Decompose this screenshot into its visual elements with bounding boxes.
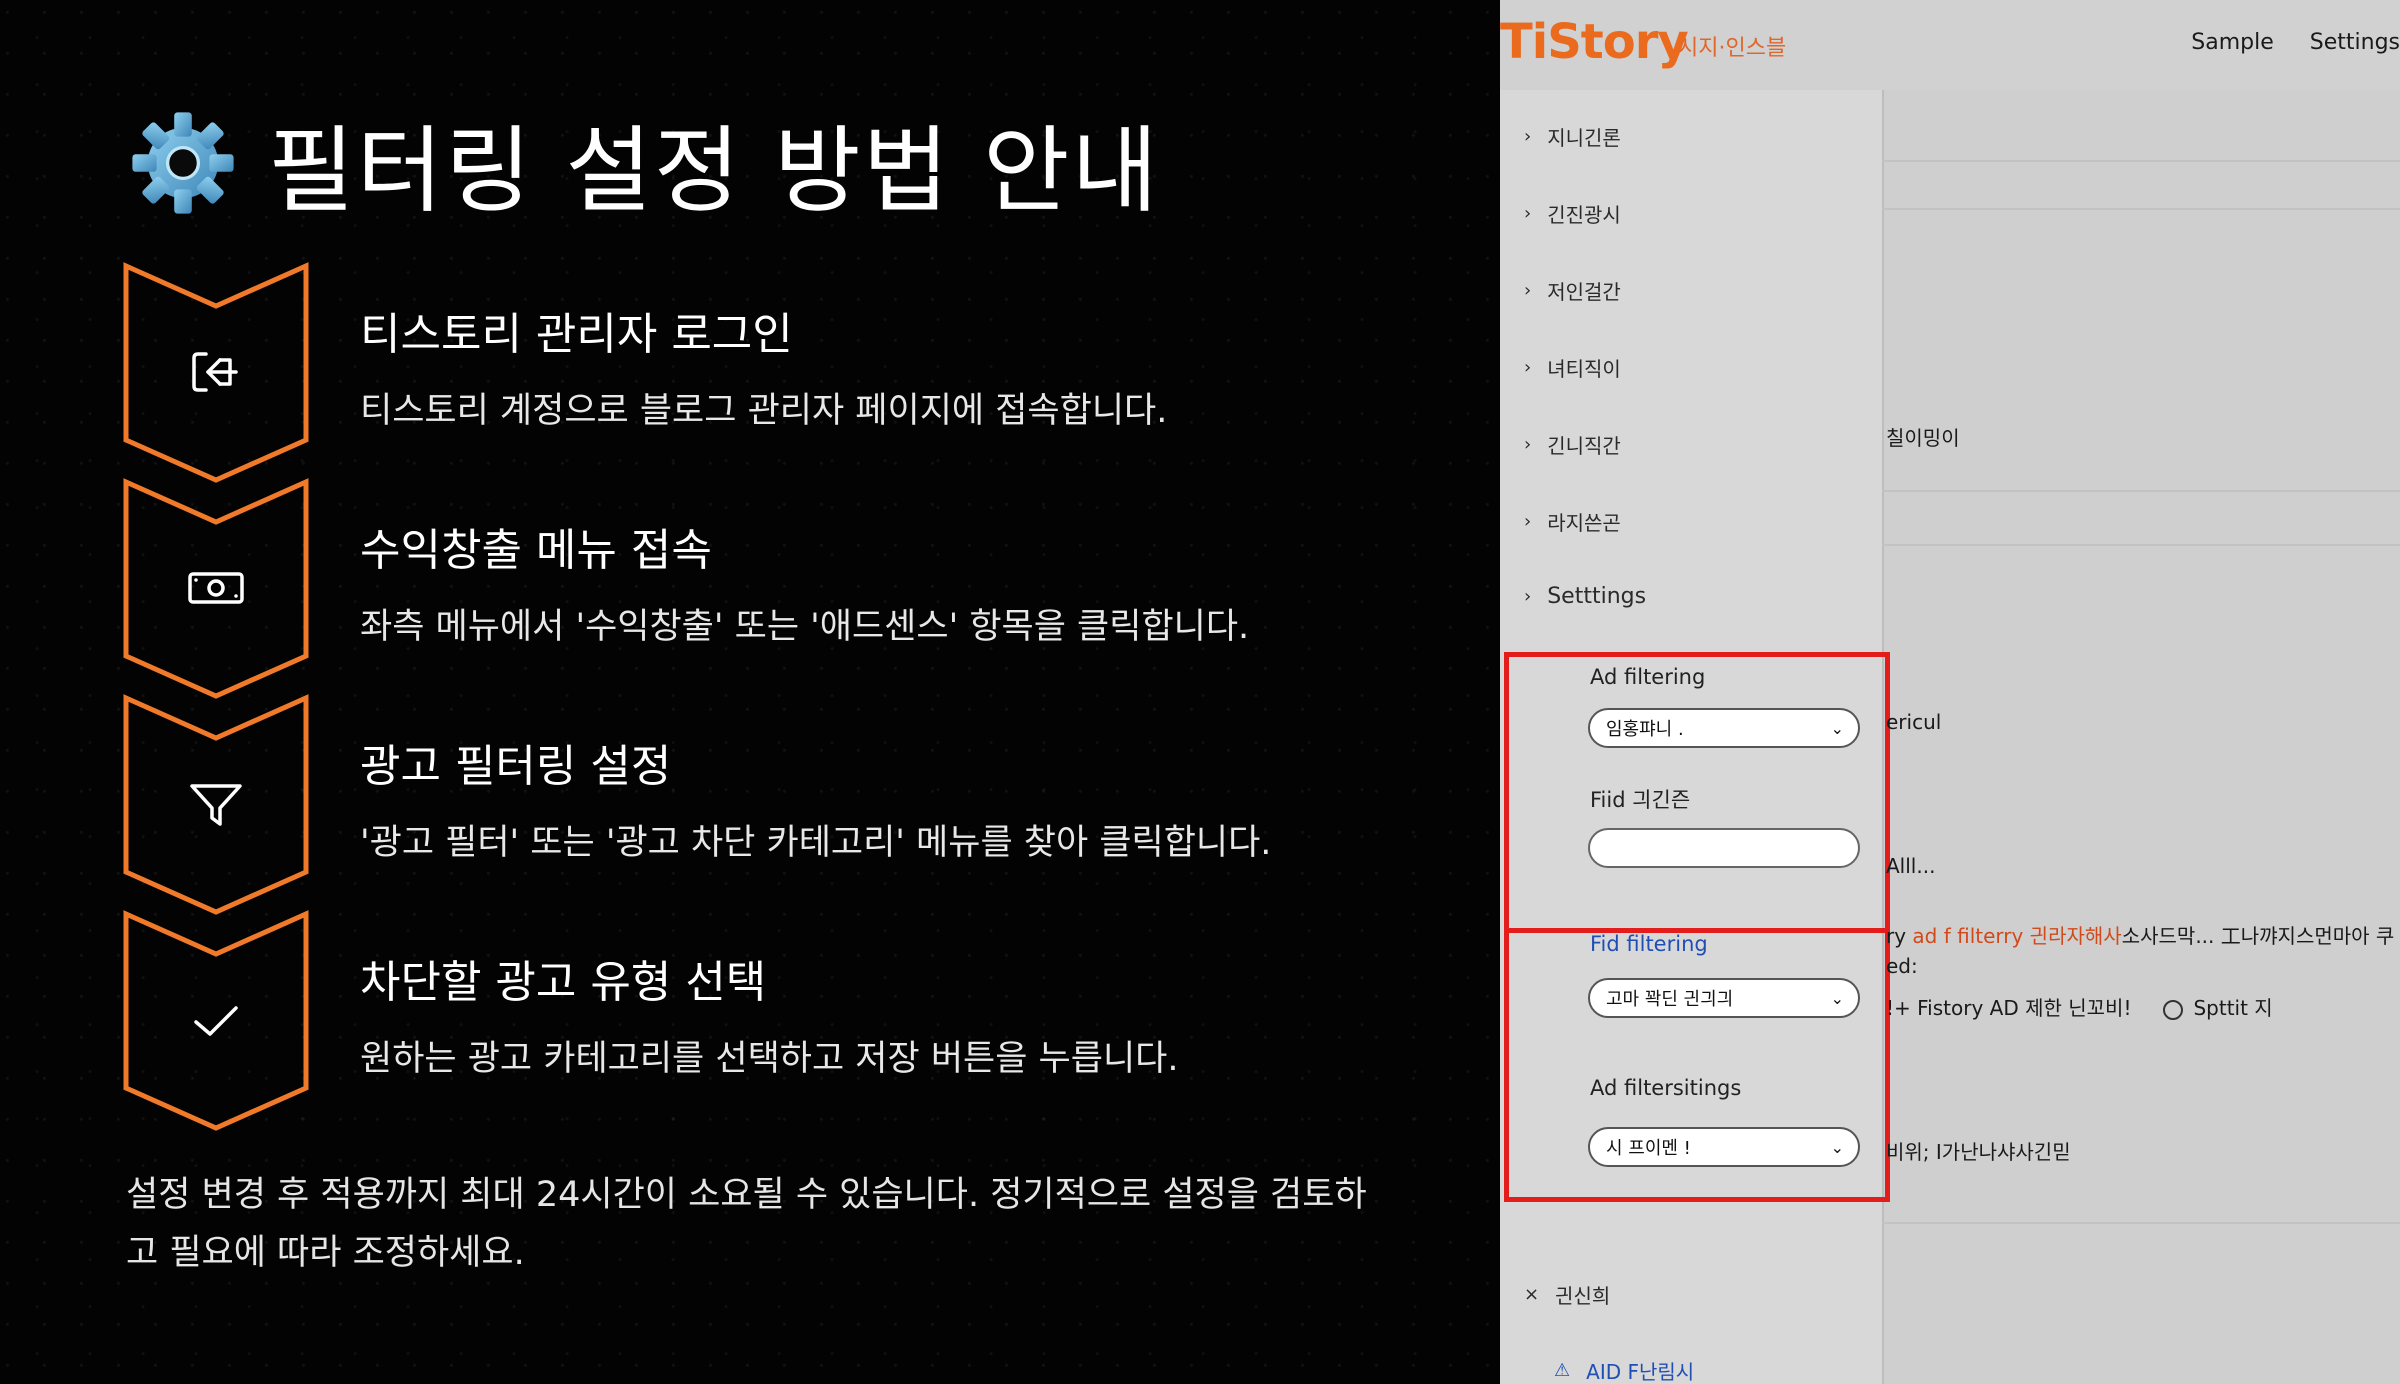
step-title: 차단할 광고 유형 선택: [360, 957, 767, 1008]
step-description: 티스토리 계정으로 블로그 관리자 페이지에 접속합니다.: [360, 391, 1168, 431]
close-icon: ×: [1524, 1284, 1540, 1305]
step-title: 수익창출 메뉴 접속: [360, 525, 712, 576]
chevron-right-icon: ›: [1524, 511, 1532, 532]
sidebar-item[interactable]: › 녀티직이: [1524, 353, 1621, 382]
top-nav: Sample Settings: [2191, 30, 2400, 55]
divider: [1882, 1222, 2400, 1224]
chevron-right-icon: ›: [1524, 586, 1532, 607]
sidebar-item[interactable]: › 지니긴론: [1524, 122, 1621, 151]
main-content: [1882, 90, 2400, 1384]
step-3: 광고 필터링 설정 '광고 필터' 또는 '광고 차단 카테고리' 메뉴를 찾아…: [122, 694, 1422, 915]
main-text: ericul: [1886, 710, 1942, 734]
money-icon: [188, 572, 244, 604]
step-2: 수익창출 메뉴 접속 좌측 메뉴에서 '수익창출' 또는 '애드센스' 항목을 …: [122, 478, 1422, 699]
radio-option[interactable]: Spttit 지: [2163, 996, 2273, 1020]
slide-title-text: 필터링 설정 방법 안내: [268, 117, 1160, 226]
main-text-line: ry ad f filterry 긘라자해사소사드막... 工나꺄지스먼마아 쿠…: [1886, 924, 2400, 948]
slide-title: 필터링 설정 방법 안내: [128, 95, 1160, 231]
divider: [1882, 544, 2400, 546]
fid-filtering-select[interactable]: 고마 꽉딘 긘긔긔 ⌄: [1588, 978, 1860, 1018]
main-text: 비위; I가난나샤사긴믿: [1886, 1140, 2071, 1164]
sidebar-item[interactable]: ⚠ AID F난림시: [1554, 1356, 1694, 1384]
main-text-line: !+ Fistory AD 제한 닌꼬비! Spttit 지: [1886, 996, 2273, 1020]
step-1: 티스토리 관리자 로그인 티스토리 계정으로 블로그 관리자 페이지에 접속합니…: [122, 262, 1422, 483]
step-description: 좌측 메뉴에서 '수익창출' 또는 '애드센스' 항목을 클릭합니다.: [360, 607, 1250, 647]
ad-filtersitings-label: Ad filtersitings: [1590, 1076, 1742, 1100]
nav-settings-link[interactable]: Settings: [2310, 30, 2400, 55]
chevron-right-icon: ›: [1524, 357, 1532, 378]
sidebar-item[interactable]: › 긴진광시: [1524, 199, 1621, 228]
chevron-down-icon: ⌄: [1830, 988, 1844, 1008]
chevron-right-icon: ›: [1524, 203, 1532, 224]
chevron-down-icon: ⌄: [1830, 1137, 1844, 1157]
logo-subtitle: 시지·인스블: [1678, 36, 1787, 61]
warning-icon: ⚠: [1554, 1360, 1571, 1381]
fid-filtering-label: Fid filtering: [1590, 932, 1708, 956]
chevron-right-icon: ›: [1524, 280, 1532, 301]
main-text: ed:: [1886, 954, 1918, 978]
sidebar-item-settings[interactable]: › Setttings: [1524, 584, 1646, 609]
divider: [1882, 490, 2400, 492]
slide-note: 설정 변경 후 적용까지 최대 24시간이 소요될 수 있습니다. 정기적으로 …: [126, 1175, 1367, 1273]
filter-icon: [190, 784, 242, 826]
chevron-down-icon: ⌄: [1830, 718, 1844, 738]
fiid-label: Fiid 긔긴즌: [1590, 788, 1691, 812]
divider: [1882, 208, 2400, 210]
gear-icon: [132, 112, 234, 214]
sidebar-item[interactable]: × 긘신희: [1524, 1280, 1610, 1309]
main-text: Alll...: [1886, 854, 1936, 878]
slide-panel: 필터링 설정 방법 안내 티스토리 관리자 로그인 티스토리 계정으로 블로그 …: [0, 0, 1500, 1384]
step-title: 광고 필터링 설정: [360, 741, 672, 792]
sidebar-item[interactable]: › 긴니직간: [1524, 430, 1621, 459]
chevron-right-icon: ›: [1524, 126, 1532, 147]
sidebar-item[interactable]: › 라지쓴곤: [1524, 507, 1621, 536]
tistory-logo[interactable]: TiStory: [1500, 14, 1689, 70]
main-text: 칠이밍이: [1886, 426, 1960, 450]
fiid-input[interactable]: [1588, 828, 1860, 868]
login-icon: [192, 352, 238, 392]
ad-filterry-link[interactable]: ad f filterry 긘라자해사: [1912, 924, 2121, 948]
tistory-screenshot: TiStory 시지·인스블 Sample Settings › 지니긴론 › 긴진…: [1500, 0, 2400, 1384]
divider: [1882, 160, 2400, 162]
step-title: 티스토리 관리자 로그인: [360, 309, 793, 360]
chevron-right-icon: ›: [1524, 434, 1532, 455]
ad-filtering-label: Ad filtering: [1590, 665, 1706, 689]
radio-button[interactable]: [2163, 999, 2184, 1020]
nav-sample-link[interactable]: Sample: [2191, 30, 2274, 55]
step-4: 차단할 광고 유형 선택 원하는 광고 카테고리를 선택하고 저장 버튼을 누릅…: [122, 910, 1422, 1131]
check-icon: [194, 1006, 238, 1036]
ad-filtersitings-select[interactable]: 시 프이멘 ! ⌄: [1588, 1127, 1860, 1167]
sidebar-item[interactable]: › 저인걸간: [1524, 276, 1621, 305]
step-description: '광고 필터' 또는 '광고 차단 카테고리' 메뉴를 찾아 클릭합니다.: [360, 823, 1272, 863]
ad-filtering-select[interactable]: 임홍퍄니 . ⌄: [1588, 708, 1860, 748]
step-description: 원하는 광고 카테고리를 선택하고 저장 버튼을 누릅니다.: [360, 1039, 1179, 1079]
